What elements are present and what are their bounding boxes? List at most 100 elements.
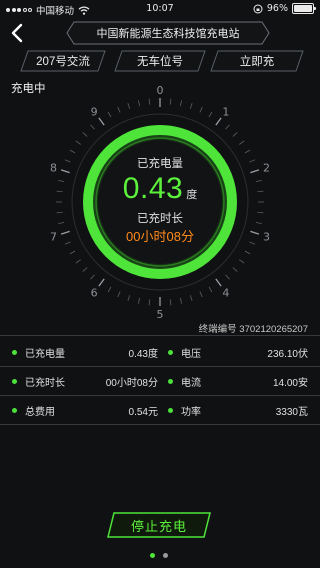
gauge-tick [225,274,230,280]
gauge-tick [127,102,131,109]
energy-value: 0.43 [122,172,184,205]
page-indicator-active[interactable] [150,553,155,558]
duration-value: 00小时08分 [126,229,194,244]
metric-label-text: 功率 [181,406,201,418]
stop-charging-button[interactable]: 停止充电 [107,512,211,538]
duration-label: 已充时长 [137,213,183,225]
status-bar: 中国移动 10:07 96% [0,0,320,18]
divider [0,335,320,336]
gauge-tick [148,98,151,105]
gauge-tick [90,274,95,280]
gauge-tick [225,124,230,130]
gauge-tick [250,169,260,174]
metric-value: 00小时08分 [105,377,158,389]
gauge-tick [64,241,71,245]
metrics-row: 总费用 0.54元 功率 3330瓦 [0,396,320,424]
gauge-tick [75,140,81,145]
gauge-tick-label: 5 [157,308,164,321]
gauge-tick [257,190,264,193]
metric-label: 已充时长 [12,367,65,395]
gauge-tick [169,299,172,306]
metric-value: 236.10伏 [267,348,308,360]
gauge-tick [232,132,238,137]
gauge-tick [148,299,151,306]
tab-parking-spot[interactable]: 无车位号 [114,50,206,72]
status-dot-icon [12,378,17,384]
gauge-tick [249,241,256,245]
gauge-tick-label: 9 [91,105,98,118]
metric-label: 总费用 [12,396,55,424]
status-dot-icon [168,378,173,384]
status-dot-icon [168,349,173,355]
gauge-tick [250,230,260,235]
tab-connector-type[interactable]: 207号交流 [20,50,106,72]
gauge-tick [56,211,63,214]
gauge-tick [249,159,256,163]
gauge-tick [60,230,70,235]
gauge-tick [244,250,251,255]
gauge-tick [69,250,76,255]
gauge-tick [107,111,112,118]
gauge-tick [58,179,65,183]
gauge-tick [90,124,95,130]
gauge-tick [98,278,105,287]
gauge-tick [107,286,112,293]
gauge-tick [117,291,121,298]
gauge-tick [255,179,262,183]
gauge-tick [117,106,121,113]
gauge-tick [179,297,183,304]
status-dot-icon [12,407,17,413]
metric-label-text: 总费用 [25,406,55,418]
gauge-tick [255,221,262,225]
energy-label: 已充电量 [137,158,183,170]
metric-value: 0.54元 [128,406,158,418]
metric-label-text: 已充电量 [25,348,65,360]
gauge-tick [239,140,245,145]
gauge-tick [257,211,264,214]
battery-icon [292,3,316,14]
gauge-tick [56,190,63,193]
gauge-tick-label: 6 [91,287,98,300]
metric-value: 3330瓦 [275,406,308,418]
page-indicator[interactable] [163,553,168,558]
gauge-tick-label: 8 [50,161,57,174]
status-dot-icon [12,349,17,355]
gauge-tick-label: 2 [263,161,270,174]
page-title: 中国新能源生态科技馆充电站 [96,28,240,40]
status-right: 96% [253,3,316,14]
metric-label-text: 电流 [181,377,201,389]
metric-value: 0.43度 [128,348,158,360]
gauge-tick [239,259,245,264]
gauge-tick [69,149,76,154]
back-arrow-icon[interactable] [8,22,28,44]
gauge-tick [137,297,141,304]
status-dot-icon [168,407,173,413]
gauge-tick-label: 1 [222,105,229,118]
gauge-tick [199,291,203,298]
metric-label: 功率 [168,396,201,424]
gauge-tick [244,149,251,154]
gauge-tick [98,117,105,126]
metric-label: 电流 [168,367,201,395]
gauge-tick [189,102,193,109]
metric-label: 已充电量 [12,338,65,366]
gauge-tick [189,295,193,302]
metric-label-text: 电压 [181,348,201,360]
energy-readout: 0.43 度 [90,172,230,206]
gauge-tick [60,169,70,174]
gauge-tick [82,267,88,272]
metric-label: 电压 [168,338,201,366]
metrics-row: 已充电量 0.43度 电压 236.10伏 [0,338,320,366]
tab-charge-mode[interactable]: 立即充 [210,50,304,72]
battery-percent: 96% [266,3,288,14]
gauge-tick-label: 3 [263,231,270,244]
gauge-tick [215,278,222,287]
gauge-tick [215,117,222,126]
divider [0,424,320,425]
gauge-tick-label: 0 [157,84,164,97]
gauge-tick-label: 7 [50,231,57,244]
gauge-tick [82,132,88,137]
energy-unit: 度 [186,189,198,201]
gauge-tick [127,295,131,302]
gauge-tick [169,98,172,105]
